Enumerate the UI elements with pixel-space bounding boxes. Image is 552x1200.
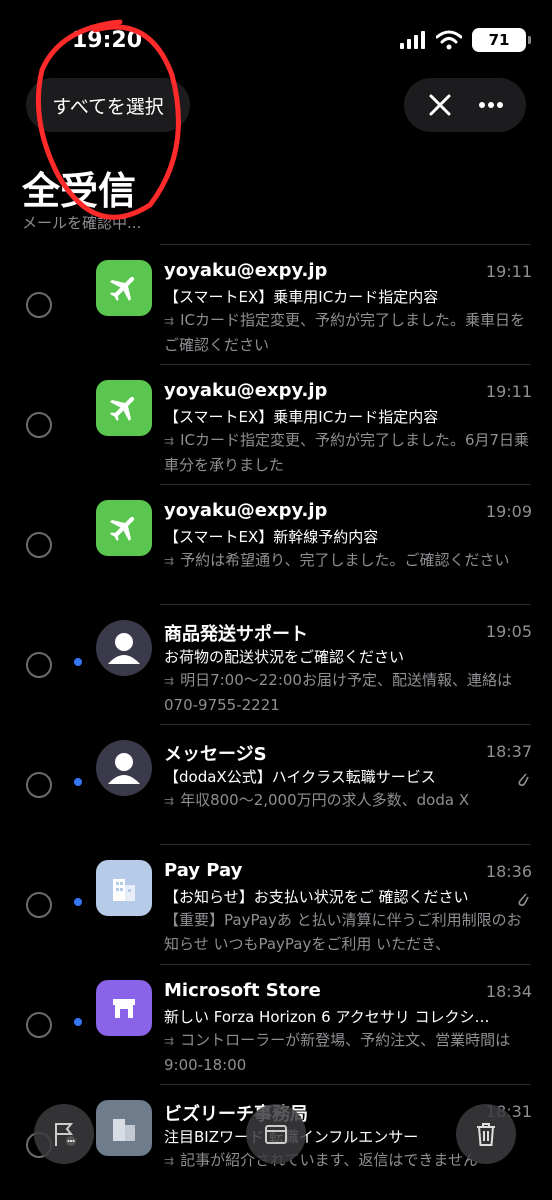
email-row[interactable]: yoyaku@expy.jp 19:11 【スマートEX】乗車用ICカード指定内…	[0, 364, 552, 484]
select-checkbox[interactable]	[26, 412, 52, 438]
email-subject: 【スマートEX】乗車用ICカード指定内容	[164, 408, 439, 426]
email-time: 18:37	[485, 742, 532, 761]
reply-icon: ⇉	[164, 794, 175, 808]
close-icon[interactable]	[418, 83, 462, 127]
email-sender: メッセージS	[164, 744, 267, 765]
email-row[interactable]: メッセージS 18:37 【dodaX公式】ハイクラス転職サービス ⇉ 年収800…	[0, 724, 552, 844]
email-preview: ⇉ ICカード指定変更、予約が完了しました。乗車日をご確認ください	[164, 308, 532, 356]
clock: 19:20	[72, 28, 143, 53]
email-list: yoyaku@expy.jp 19:11 【スマートEX】乗車用ICカード指定内…	[0, 244, 552, 1200]
delete-button[interactable]	[456, 1104, 516, 1164]
wifi-icon	[436, 30, 462, 50]
email-sender: yoyaku@expy.jp	[164, 500, 328, 521]
email-preview-text: コントローラーが新登場、予約注文、営業時間は9:00-18:00	[164, 1031, 511, 1074]
email-preview: ⇉ ICカード指定変更、予約が完了しました。6月7日乗車分を承りました	[164, 428, 532, 476]
select-checkbox[interactable]	[26, 652, 52, 678]
email-row[interactable]: yoyaku@expy.jp 19:11 【スマートEX】乗車用ICカード指定内…	[0, 244, 552, 364]
store-icon	[96, 980, 152, 1036]
email-subject: 【スマートEX】乗車用ICカード指定内容	[164, 288, 439, 306]
email-time: 18:36	[485, 862, 532, 881]
email-time: 19:11	[485, 382, 532, 401]
select-checkbox[interactable]	[26, 292, 52, 318]
sync-status: メールを確認中...	[22, 214, 142, 232]
signal-icon	[400, 31, 425, 49]
folder-icon	[265, 1125, 287, 1144]
flag-button[interactable]	[34, 1104, 94, 1164]
header-actions	[404, 78, 526, 132]
email-row[interactable]: yoyaku@expy.jp 19:09 【スマートEX】新幹線予約内容 ⇉ 予約…	[0, 484, 552, 604]
email-sender: yoyaku@expy.jp	[164, 380, 328, 401]
airplane-icon	[96, 260, 152, 316]
building-icon	[96, 1100, 152, 1156]
email-subject: 【dodaX公式】ハイクラス転職サービス	[164, 768, 436, 786]
reply-icon: ⇉	[164, 554, 175, 568]
unread-dot	[74, 1018, 82, 1026]
email-subject: お荷物の配送状況をご確認ください	[164, 648, 405, 666]
email-preview-text: ICカード指定変更、予約が完了しました。乗車日をご確認ください	[164, 311, 525, 354]
email-preview: ⇉ 年収800～2,000万円の求人多数、doda X	[164, 788, 532, 836]
email-subject: 新しい Forza Horizon 6 アクセサリ コレクシ…	[164, 1008, 490, 1026]
email-sender: Microsoft Store	[164, 980, 321, 1001]
email-row[interactable]: Microsoft Store 18:34 新しい Forza Horizon …	[0, 964, 552, 1084]
trash-icon	[477, 1123, 495, 1146]
select-all-button[interactable]: すべてを選択	[26, 78, 190, 132]
email-sender: 商品発送サポート	[164, 624, 308, 645]
airplane-icon	[96, 500, 152, 556]
unread-dot	[74, 778, 82, 786]
email-time: 19:11	[485, 262, 532, 281]
unread-dot	[74, 658, 82, 666]
email-preview: 【重要】PayPayあ と払い清算に伴うご利用制限のお知らせ いつもPayPay…	[164, 911, 522, 953]
email-row[interactable]: 商品発送サポート 19:05 お荷物の配送状況をご確認ください ⇉ 明日7:00～…	[0, 604, 552, 724]
select-checkbox[interactable]	[26, 1012, 52, 1038]
battery-indicator: 71	[472, 28, 531, 52]
airplane-icon	[96, 380, 152, 436]
email-preview: ⇉ 予約は希望通り、完了しました。ご確認ください	[164, 548, 532, 596]
select-checkbox[interactable]	[26, 892, 52, 918]
status-bar: 19:20 71	[0, 0, 552, 80]
email-preview-text: 記事が紹介されています、返信はできません	[180, 1151, 478, 1169]
email-time: 19:05	[485, 622, 532, 641]
email-time: 19:09	[485, 502, 532, 521]
person-icon	[96, 620, 152, 676]
email-preview-text: ICカード指定変更、予約が完了しました。6月7日乗車分を承りました	[164, 431, 530, 474]
page-title: 全受信	[22, 169, 137, 213]
reply-icon: ⇉	[164, 674, 175, 688]
reply-icon: ⇉	[164, 434, 175, 448]
email-preview: ⇉ 明日7:00～22:00お届け予定、配送情報、連絡は070-9755-2221	[164, 668, 532, 716]
email-sender: Pay Pay	[164, 860, 243, 881]
reply-icon: ⇉	[164, 1154, 175, 1168]
email-time: 18:34	[485, 982, 532, 1001]
reply-icon: ⇉	[164, 314, 175, 328]
select-checkbox[interactable]	[26, 772, 52, 798]
flag-icon	[55, 1123, 76, 1146]
email-preview-text: 予約は希望通り、完了しました。ご確認ください	[180, 551, 510, 569]
more-icon[interactable]	[469, 83, 513, 127]
email-row[interactable]: Pay Pay 18:36 【お知らせ】お支払い状況をご 確認ください 【重要】…	[0, 844, 552, 964]
email-preview: ⇉ コントローラーが新登場、予約注文、営業時間は9:00-18:00	[164, 1028, 532, 1076]
building-icon	[96, 860, 152, 916]
reply-icon: ⇉	[164, 1034, 175, 1048]
select-checkbox[interactable]	[26, 532, 52, 558]
email-sender: yoyaku@expy.jp	[164, 260, 328, 281]
email-preview-text: 明日7:00～22:00お届け予定、配送情報、連絡は070-9755-2221	[164, 671, 512, 714]
person-icon	[96, 740, 152, 796]
email-subject: 【お知らせ】お支払い状況をご 確認ください	[164, 888, 469, 906]
status-icons: 71	[400, 28, 531, 52]
email-preview-text: 年収800～2,000万円の求人多数、doda X	[180, 791, 470, 809]
unread-dot	[74, 898, 82, 906]
move-button[interactable]	[246, 1104, 306, 1164]
email-subject: 【スマートEX】新幹線予約内容	[164, 528, 379, 546]
